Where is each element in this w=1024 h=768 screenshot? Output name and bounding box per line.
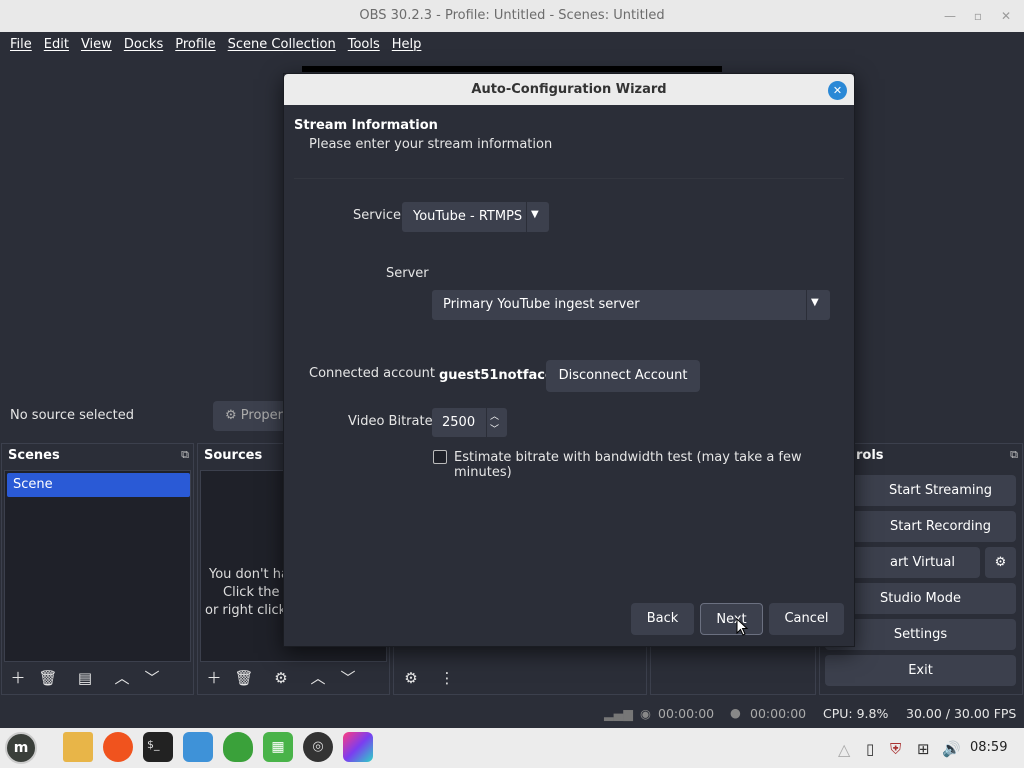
arrow-up-icon[interactable]: ︿: [109, 666, 135, 690]
clipboard-icon[interactable]: ▯: [866, 740, 874, 758]
filter-icon[interactable]: ▤: [72, 666, 98, 690]
spreadsheet-icon[interactable]: ▦: [263, 732, 293, 762]
server-select[interactable]: Primary YouTube ingest server ▼: [432, 290, 830, 320]
scenes-title: Scenes: [2, 444, 193, 468]
folder-icon[interactable]: [63, 732, 93, 762]
arrow-down-icon[interactable]: ﹀: [139, 666, 165, 690]
firefox-icon[interactable]: [103, 732, 133, 762]
service-value: YouTube - RTMPS: [413, 209, 523, 224]
scenes-dock: Scenes ⧉ Scene ＋ 🗑 ▤ ︿ ﹀: [1, 443, 194, 695]
divider: [294, 178, 844, 179]
dialog-titlebar: Auto-Configuration Wizard: [284, 74, 854, 105]
virtual-camera-settings-button[interactable]: ⚙: [985, 547, 1016, 578]
volume-icon[interactable]: 🔊: [942, 740, 961, 758]
menu-help[interactable]: Help: [386, 37, 428, 52]
record-time: 00:00:00: [750, 706, 807, 721]
server-label: Server: [386, 266, 429, 281]
cancel-button[interactable]: Cancel: [769, 603, 844, 635]
properties-button[interactable]: ⚙ Proper: [213, 401, 293, 431]
network-icon[interactable]: ⊞: [917, 740, 930, 758]
service-label: Service: [353, 208, 402, 223]
warning-icon[interactable]: △: [838, 740, 850, 759]
stream-info-heading: Stream Information: [294, 118, 438, 133]
arrow-up-icon[interactable]: ︿: [305, 666, 331, 690]
menu-profile[interactable]: Profile: [169, 37, 221, 52]
chevron-down-icon: ▼: [811, 297, 819, 308]
more-icon[interactable]: ⋮: [434, 666, 460, 690]
trash-icon[interactable]: 🗑: [35, 666, 61, 690]
spin-separator: [486, 408, 487, 437]
server-value: Primary YouTube ingest server: [443, 297, 640, 312]
menu-scene-collection[interactable]: Scene Collection: [222, 37, 342, 52]
close-icon[interactable]: ✕: [828, 81, 847, 100]
exit-button[interactable]: Exit: [825, 655, 1016, 686]
back-button[interactable]: Back: [631, 603, 694, 635]
record-icon: ●: [730, 705, 741, 720]
menu-view[interactable]: View: [75, 37, 118, 52]
fps-readout: 30.00 / 30.00 FPS: [906, 706, 1017, 721]
stream-icon: ◉: [640, 706, 651, 721]
add-icon[interactable]: ＋: [201, 666, 227, 690]
status-bar: ▂▄▆ ◉ 00:00:00 ● 00:00:00 CPU: 9.8% 30.0…: [0, 700, 1024, 728]
paint-icon[interactable]: [343, 732, 373, 762]
mint-menu-icon[interactable]: m: [5, 732, 37, 764]
dialog-title: Auto-Configuration Wizard: [471, 82, 667, 97]
auto-config-wizard-dialog: Auto-Configuration Wizard ✕ Stream Infor…: [283, 73, 855, 647]
bitrate-value: 2500: [442, 415, 476, 430]
minimize-icon[interactable]: —: [938, 0, 962, 32]
gear-icon[interactable]: ⚙: [398, 666, 424, 690]
select-separator: [526, 202, 527, 232]
undock-icon[interactable]: ⧉: [181, 448, 189, 462]
cpu-usage: CPU: 9.8%: [823, 706, 889, 721]
scenes-list[interactable]: Scene: [4, 470, 191, 662]
clock[interactable]: 08:59: [970, 740, 1007, 755]
next-button[interactable]: Next: [700, 603, 763, 635]
menu-bar: File Edit View Docks Profile Scene Colle…: [0, 32, 1024, 57]
obs-icon[interactable]: ◎: [303, 732, 333, 762]
video-bitrate-label: Video Bitrate: [348, 414, 433, 429]
menu-file[interactable]: File: [4, 37, 38, 52]
arrow-down-icon[interactable]: ﹀: [335, 666, 361, 690]
estimate-bitrate-label[interactable]: Estimate bitrate with bandwidth test (ma…: [454, 450, 854, 480]
add-icon[interactable]: ＋: [5, 666, 31, 690]
select-separator: [806, 290, 807, 320]
spin-up-icon[interactable]: ︿: [490, 409, 499, 422]
estimate-bitrate-checkbox[interactable]: [433, 450, 447, 464]
window-title: OBS 30.2.3 - Profile: Untitled - Scenes:…: [359, 8, 665, 23]
gear-icon[interactable]: ⚙: [268, 666, 294, 690]
mouse-cursor: [736, 618, 749, 636]
security-icon[interactable]: ⛨: [890, 740, 901, 758]
menu-docks[interactable]: Docks: [118, 37, 169, 52]
stream-info-subheading: Please enter your stream information: [309, 137, 553, 152]
software-manager-icon[interactable]: [183, 732, 213, 762]
shield-icon[interactable]: [223, 732, 253, 762]
video-bitrate-input[interactable]: 2500 ︿ ﹀: [432, 408, 507, 437]
spin-down-icon[interactable]: ﹀: [490, 422, 499, 435]
gear-icon: ⚙: [994, 555, 1007, 570]
scene-item[interactable]: Scene: [7, 473, 190, 497]
disconnect-account-button[interactable]: Disconnect Account: [546, 360, 700, 392]
close-window-icon[interactable]: ✕: [994, 0, 1018, 32]
maximize-icon[interactable]: ▫: [966, 0, 990, 32]
chevron-down-icon: ▼: [531, 209, 539, 220]
undock-icon[interactable]: ⧉: [1010, 448, 1018, 462]
gear-icon: ⚙: [225, 408, 237, 423]
signal-icon: ▂▄▆: [604, 706, 633, 721]
stream-time: 00:00:00: [658, 706, 715, 721]
menu-edit[interactable]: Edit: [38, 37, 75, 52]
connected-account-value: guest51notface: [439, 368, 554, 383]
menu-tools[interactable]: Tools: [342, 37, 386, 52]
window-titlebar: OBS 30.2.3 - Profile: Untitled - Scenes:…: [0, 0, 1024, 32]
connected-account-label: Connected account: [309, 366, 435, 381]
sources-empty-message: You don't ha Click the + or right click: [205, 567, 295, 618]
service-select[interactable]: YouTube - RTMPS ▼: [402, 202, 549, 232]
preview-canvas[interactable]: [302, 66, 722, 72]
trash-icon[interactable]: 🗑: [231, 666, 257, 690]
no-source-label: No source selected: [10, 408, 134, 423]
terminal-icon[interactable]: $_: [143, 732, 173, 762]
